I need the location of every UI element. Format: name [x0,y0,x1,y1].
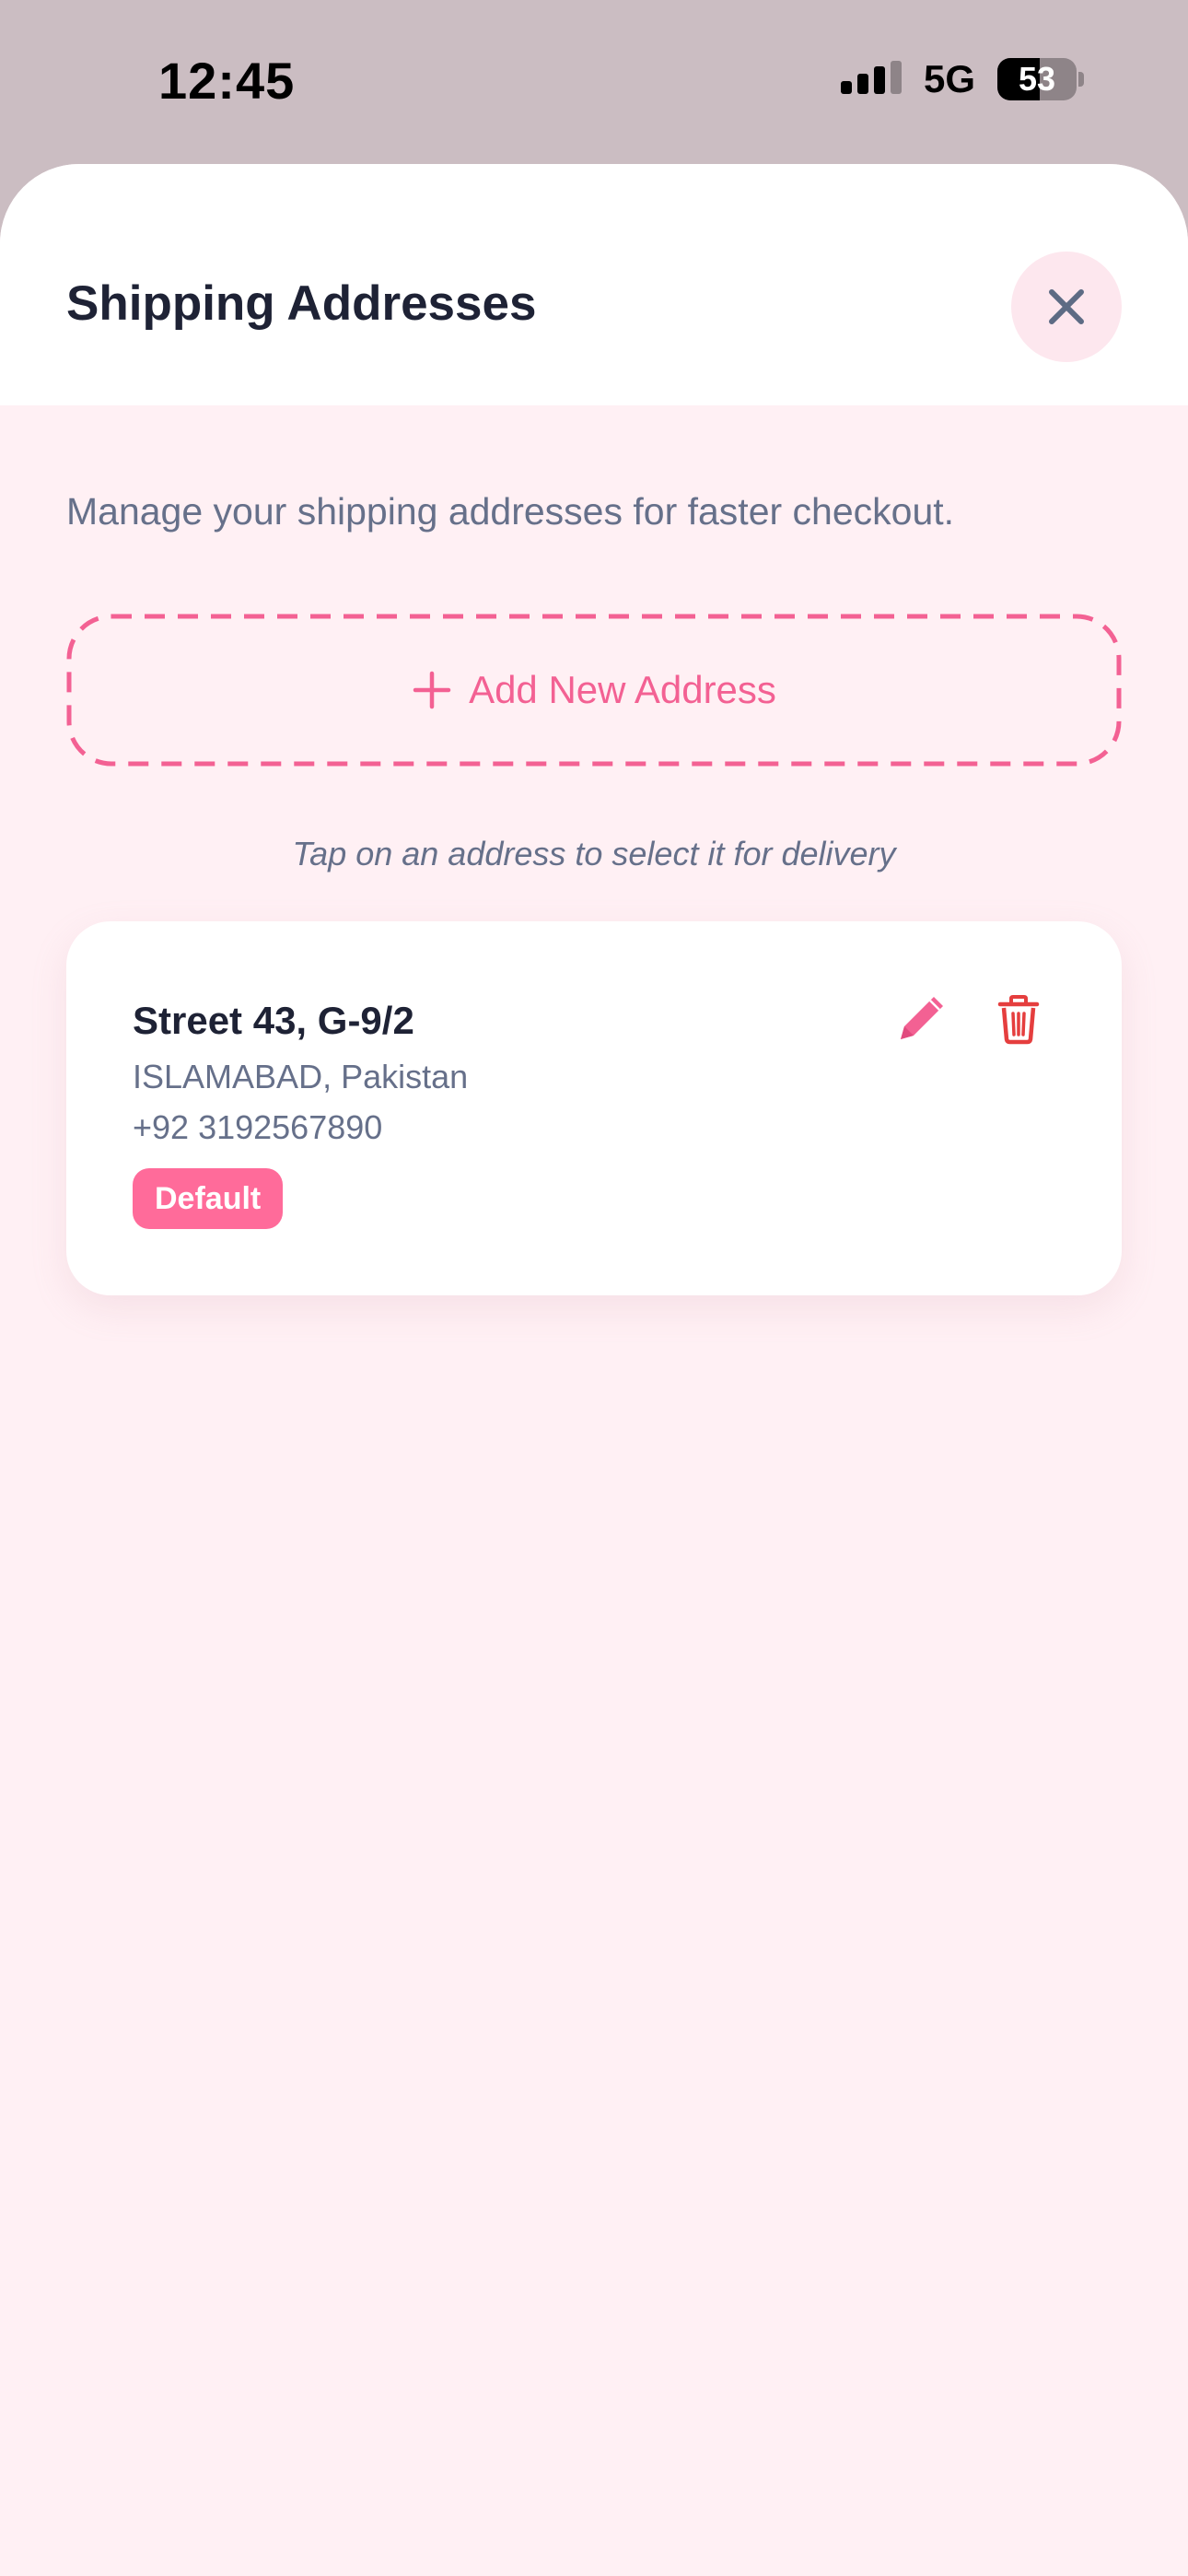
address-card[interactable]: Street 43, G-9/2 ISLAMABAD, Pakistan +92… [66,921,1122,1295]
close-icon [1049,289,1084,324]
edit-address-button[interactable] [886,984,956,1054]
close-button[interactable] [1011,252,1122,362]
address-phone: +92 3192567890 [133,1108,383,1146]
battery-level: 53 [1018,60,1056,98]
sheet-header: Shipping Addresses [0,164,1188,405]
sheet-title: Shipping Addresses [66,276,537,331]
shipping-addresses-sheet: Shipping Addresses Manage your shipping … [0,164,1188,2576]
address-street: Street 43, G-9/2 [133,999,414,1042]
plus-icon [413,671,451,709]
battery-icon: 53 [997,58,1084,100]
signal-bars-icon [841,61,902,94]
battery-tip [1078,72,1084,87]
default-badge: Default [133,1168,284,1229]
pencil-icon [901,997,943,1039]
network-type: 5G [924,57,976,100]
trash-icon [997,995,1040,1045]
status-time: 12:45 [158,52,296,110]
delete-address-button[interactable] [984,984,1054,1054]
add-new-address-button[interactable]: Add New Address [66,614,1122,767]
address-city-country: ISLAMABAD, Pakistan [133,1058,469,1095]
subtitle: Manage your shipping addresses for faste… [66,490,955,533]
add-new-address-label: Add New Address [469,668,776,711]
status-bar: 12:45 5G 53 [0,0,1188,164]
battery-body: 53 [997,58,1077,100]
selection-hint: Tap on an address to select it for deliv… [292,835,896,872]
